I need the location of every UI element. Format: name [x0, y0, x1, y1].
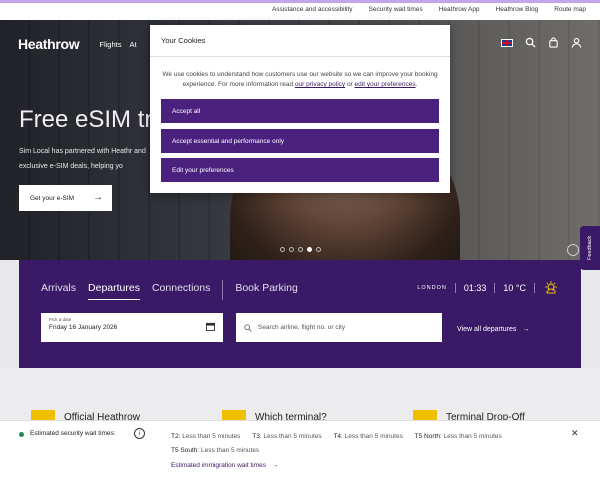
- carousel-pause-icon[interactable]: [567, 244, 579, 256]
- carousel-dot[interactable]: [316, 247, 321, 252]
- flight-search-panel: Arrivals Departures Connections Book Par…: [19, 260, 581, 368]
- search-icon: [244, 323, 252, 332]
- cookie-modal: Your Cookies We use cookies to understan…: [150, 25, 450, 193]
- weather-divider: [454, 283, 456, 293]
- cookie-divider: [150, 56, 450, 57]
- wait-time-t2: T2: Less than 5 minutes: [171, 433, 241, 440]
- heathrow-logo[interactable]: Heathrow: [18, 36, 80, 52]
- utility-link-security-wait[interactable]: Security wait times: [369, 6, 423, 13]
- partly-cloudy-icon: [543, 280, 559, 296]
- wait-time-t5-south: T5 South: Less than 5 minutes: [171, 447, 260, 454]
- accept-all-button[interactable]: Accept all: [161, 99, 439, 123]
- date-value: Friday 16 January 2026: [49, 324, 118, 331]
- edit-preferences-button[interactable]: Edit your preferences: [161, 158, 439, 182]
- view-all-label: View all departures: [457, 326, 517, 333]
- nav-link-at-airport[interactable]: At: [129, 40, 136, 49]
- uk-flag-icon[interactable]: [501, 38, 513, 47]
- tab-divider: [222, 280, 224, 300]
- search-icon[interactable]: [525, 37, 536, 48]
- tab-book-parking[interactable]: Book Parking: [235, 282, 297, 300]
- carousel-dot[interactable]: [298, 247, 303, 252]
- nav-link-flights[interactable]: Flights: [99, 40, 121, 49]
- arrow-right-icon: →: [93, 192, 103, 203]
- utility-link-route-map[interactable]: Route map: [554, 6, 586, 13]
- privacy-policy-link[interactable]: our privacy policy: [295, 81, 345, 88]
- carousel-dots: [280, 247, 321, 252]
- feedback-tab[interactable]: Feedback: [580, 226, 600, 270]
- temperature: 10 °C: [503, 283, 526, 293]
- utility-link-app[interactable]: Heathrow App: [439, 6, 480, 13]
- calendar-icon: [206, 322, 215, 331]
- tab-arrivals[interactable]: Arrivals: [41, 282, 76, 300]
- carousel-dot[interactable]: [289, 247, 294, 252]
- view-all-departures-link[interactable]: View all departures →: [457, 326, 529, 333]
- info-icon[interactable]: i: [134, 428, 145, 439]
- search-placeholder: Search airline, flight no. or city: [258, 324, 346, 331]
- tab-connections[interactable]: Connections: [152, 282, 210, 300]
- security-times: T2: Less than 5 minutes T3: Less than 5 …: [171, 430, 541, 458]
- date-label: Pick a date: [49, 317, 72, 322]
- immigration-wait-link[interactable]: Estimated immigration wait times →: [171, 462, 278, 469]
- get-esim-button[interactable]: Get your e-SIM →: [19, 185, 112, 211]
- utility-links: Assistance and accessibility Security wa…: [272, 6, 586, 13]
- date-picker[interactable]: Pick a date Friday 16 January 2026: [41, 313, 223, 342]
- weather-divider: [534, 283, 535, 293]
- utility-link-assistance[interactable]: Assistance and accessibility: [272, 6, 353, 13]
- carousel-dot-active[interactable]: [307, 247, 312, 252]
- tab-departures[interactable]: Departures: [88, 282, 140, 300]
- wait-time-t3: T3: Less than 5 minutes: [252, 433, 322, 440]
- weather-divider: [494, 283, 496, 293]
- city-label: LONDON: [417, 285, 447, 291]
- hero-title: Free eSIM tri: [19, 106, 158, 133]
- flight-search-input[interactable]: Search airline, flight no. or city: [236, 313, 442, 342]
- get-esim-label: Get your e-SIM: [30, 194, 75, 202]
- accept-essential-button[interactable]: Accept essential and performance only: [161, 129, 439, 153]
- local-time: 01:33: [463, 283, 487, 293]
- arrow-right-icon: →: [522, 326, 530, 333]
- utility-bar: Assistance and accessibility Security wa…: [0, 0, 600, 20]
- hero-text: Sim Local has partnered with Heathr and …: [19, 148, 146, 170]
- utility-link-blog[interactable]: Heathrow Blog: [496, 6, 539, 13]
- cookie-title: Your Cookies: [161, 36, 206, 45]
- security-wait-bar: Estimated security wait times: i T2: Les…: [0, 420, 600, 480]
- nav-icons: [501, 37, 582, 48]
- close-icon[interactable]: ✕: [571, 428, 579, 439]
- immigration-label: Estimated immigration wait times: [171, 462, 266, 469]
- user-icon[interactable]: [571, 37, 582, 48]
- cookie-text: We use cookies to understand how custome…: [162, 71, 438, 88]
- status-dot: [19, 432, 24, 437]
- security-title: Estimated security wait times:: [30, 430, 116, 437]
- bag-icon[interactable]: [548, 37, 559, 48]
- wait-time-t5-north: T5 North: Less than 5 minutes: [414, 433, 502, 440]
- london-weather: LONDON 01:33 10 °C: [417, 280, 559, 296]
- carousel-dot[interactable]: [280, 247, 285, 252]
- wait-time-t4: T4: Less than 5 minutes: [333, 433, 403, 440]
- edit-preferences-link[interactable]: edit your preferences: [355, 81, 416, 88]
- flight-tabs: Arrivals Departures Connections Book Par…: [41, 280, 298, 300]
- arrow-right-icon: →: [271, 462, 279, 469]
